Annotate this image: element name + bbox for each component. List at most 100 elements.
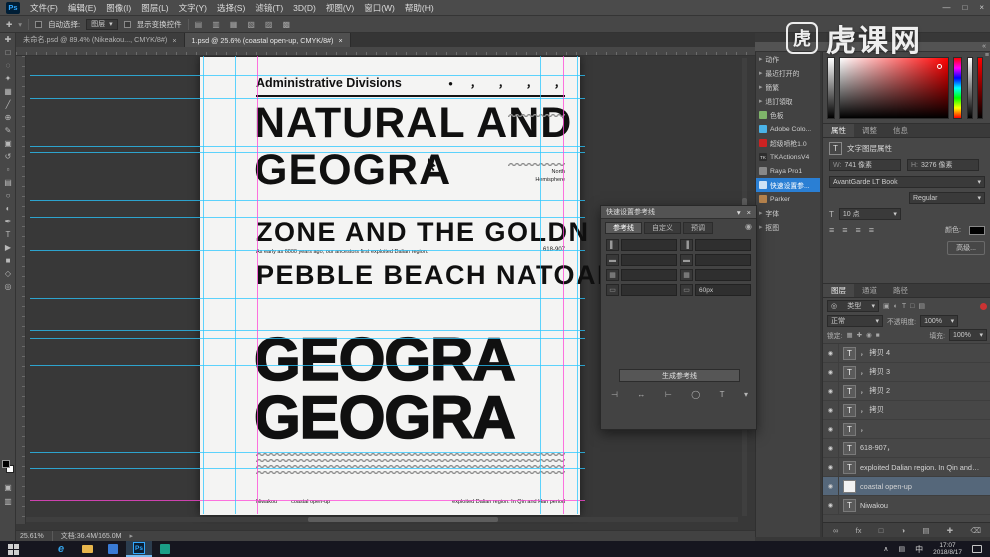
gray-ramp[interactable] (967, 57, 973, 119)
eye-icon[interactable]: ◉ (823, 439, 839, 458)
layer-row[interactable]: ◉T， (823, 420, 990, 439)
lasso-tool[interactable]: ◌ (0, 59, 16, 72)
dock-item-tkactions[interactable]: TKTKActionsV4 (756, 150, 820, 164)
justify-icon[interactable]: ≡ (869, 225, 874, 235)
layer-filter-select[interactable]: ◎类型▾ (827, 300, 879, 312)
shape-tool[interactable]: ■ (0, 254, 16, 267)
filter-type-icon[interactable]: T (902, 303, 906, 310)
dock-item-jianfan[interactable]: ▸簡繁 (756, 80, 820, 94)
type-tool[interactable]: T (0, 228, 16, 241)
dock-item-quick-guides[interactable]: 快速设置参... (756, 178, 820, 192)
red-ramp[interactable] (977, 57, 983, 119)
auto-select-checkbox[interactable] (35, 21, 42, 28)
blend-mode-select[interactable]: 正常▾ (827, 315, 883, 327)
size-field[interactable]: 60px (695, 284, 751, 296)
new-layer-icon[interactable]: ✚ (947, 526, 953, 535)
brush-tool[interactable]: ✎ (0, 124, 16, 137)
ime-indicator[interactable]: 中 (915, 544, 923, 555)
dock-item-cutout[interactable]: ▸抠图 (756, 220, 820, 234)
filter-toggle[interactable] (980, 303, 987, 310)
gradient-tool[interactable]: ▤ (0, 176, 16, 189)
dock-item-fonts[interactable]: ▸字体 (756, 206, 820, 220)
blur-tool[interactable]: ○ (0, 189, 16, 202)
align-right-icon[interactable]: ≡ (856, 225, 861, 235)
center-icon[interactable]: ◯ (691, 390, 700, 399)
tab-paths[interactable]: 路径 (885, 284, 916, 297)
align-right-icon[interactable]: ▦ (230, 20, 242, 29)
tab-custom[interactable]: 自定义 (644, 222, 681, 234)
dock-item-recent[interactable]: ▸最近打开的 (756, 66, 820, 80)
ruler-horizontal[interactable] (16, 47, 755, 56)
eye-icon[interactable]: ◉ (823, 382, 839, 401)
tab-info[interactable]: 信息 (885, 124, 916, 137)
crop-tool[interactable]: ▦ (0, 85, 16, 98)
distribute-top-icon[interactable]: ▧ (247, 20, 259, 29)
layer-row[interactable]: ◉T， 拷贝 2 (823, 382, 990, 401)
clone-stamp-tool[interactable]: ▣ (0, 137, 16, 150)
menu-layer[interactable]: 图层(L) (141, 2, 168, 14)
lock-pixels-icon[interactable]: ◉ (866, 331, 872, 339)
layer-row[interactable]: ◉T， 拷贝 3 (823, 363, 990, 382)
text-color-swatch[interactable] (969, 226, 985, 235)
layer-row[interactable]: ◉T， 拷贝 (823, 401, 990, 420)
layer-row[interactable]: ◉TNiwakou (823, 496, 990, 515)
collapse-panels-icon[interactable]: « (982, 43, 986, 50)
horizontal-scrollbar[interactable] (18, 517, 738, 522)
quick-select-tool[interactable]: ✦ (0, 72, 16, 85)
clock[interactable]: 17:07 2018/8/17 (933, 542, 962, 557)
align-center-icon[interactable]: ▥ (212, 20, 224, 29)
opacity-field[interactable]: 100%▾ (920, 315, 958, 327)
document-tab-1[interactable]: 未命名.psd @ 89.4% (Nikeakou..., CMYK/8#) × (16, 33, 185, 47)
filter-shape-icon[interactable]: □ (910, 303, 914, 310)
dock-item-adobe-color[interactable]: Adobe Colo... (756, 122, 820, 136)
eye-icon[interactable]: ◉ (823, 420, 839, 439)
layer-row[interactable]: ◉T， 拷贝 4 (823, 344, 990, 363)
layer-row[interactable]: ◉T618-907， (823, 439, 990, 458)
filter-pixel-icon[interactable]: ▣ (883, 302, 890, 310)
filter-adjustment-icon[interactable]: ◐ (894, 303, 898, 310)
advanced-button[interactable]: 高级... (947, 241, 985, 255)
font-family-select[interactable]: AvantGarde LT Book▾ (829, 176, 985, 188)
anchor-left-icon[interactable]: ⊣ (611, 390, 618, 399)
tray-network-icon[interactable]: ▤ (898, 545, 905, 553)
rows-field[interactable] (621, 239, 677, 251)
adjustment-layer-icon[interactable]: ◑ (901, 526, 906, 535)
tab-channels[interactable]: 通道 (854, 284, 885, 297)
tab-preset[interactable]: 预调 (683, 222, 713, 234)
dock-item-raya-pro[interactable]: Raya Pro1 (756, 164, 820, 178)
font-size-select[interactable]: 10 点▾ (839, 208, 901, 220)
history-brush-tool[interactable]: ↺ (0, 150, 16, 163)
lock-transparent-icon[interactable]: ▦ (846, 331, 852, 339)
align-left-icon[interactable]: ▤ (195, 20, 207, 29)
align-left-icon[interactable]: ≡ (829, 225, 834, 235)
gutter-v-field[interactable] (695, 254, 751, 266)
tab-adjustments[interactable]: 调整 (854, 124, 885, 137)
layer-row-selected[interactable]: ◉coastal open-up (823, 477, 990, 496)
baseline-field[interactable] (621, 284, 677, 296)
foreground-color-swatch[interactable] (2, 460, 10, 468)
anchor-stretch-icon[interactable]: ↔ (637, 390, 645, 399)
pen-tool[interactable]: ✒ (0, 215, 16, 228)
path-select-tool[interactable]: ▶ (0, 241, 16, 254)
eyedropper-tool[interactable]: ╱ (0, 98, 16, 111)
eye-icon[interactable]: ◉ (823, 363, 839, 382)
delete-layer-icon[interactable]: ⌫ (970, 526, 981, 535)
panel-menu-icon[interactable]: ≡ (985, 52, 989, 59)
eraser-tool[interactable]: ▫ (0, 163, 16, 176)
menu-3d[interactable]: 3D(D) (293, 3, 316, 13)
dock-item-subscribe[interactable]: ▸退訂領取 (756, 94, 820, 108)
margin-h-field[interactable] (621, 269, 677, 281)
dodge-tool[interactable]: ◐ (0, 202, 16, 215)
menu-filter[interactable]: 滤镜(T) (255, 2, 283, 14)
menu-view[interactable]: 视图(V) (326, 2, 354, 14)
start-button[interactable] (0, 541, 26, 557)
dock-item-airbrush[interactable]: 超级喷枪1.0 (756, 136, 820, 150)
target-select[interactable]: 图层 ▾ (86, 19, 118, 30)
margin-v-field[interactable] (695, 269, 751, 281)
menu-image[interactable]: 图像(I) (106, 2, 131, 14)
menu-edit[interactable]: 编辑(E) (68, 2, 96, 14)
close-icon[interactable]: × (979, 3, 984, 12)
screen-mode-button[interactable]: ▥ (0, 495, 16, 508)
menu-file[interactable]: 文件(F) (30, 2, 58, 14)
layer-mask-icon[interactable]: □ (879, 526, 884, 535)
